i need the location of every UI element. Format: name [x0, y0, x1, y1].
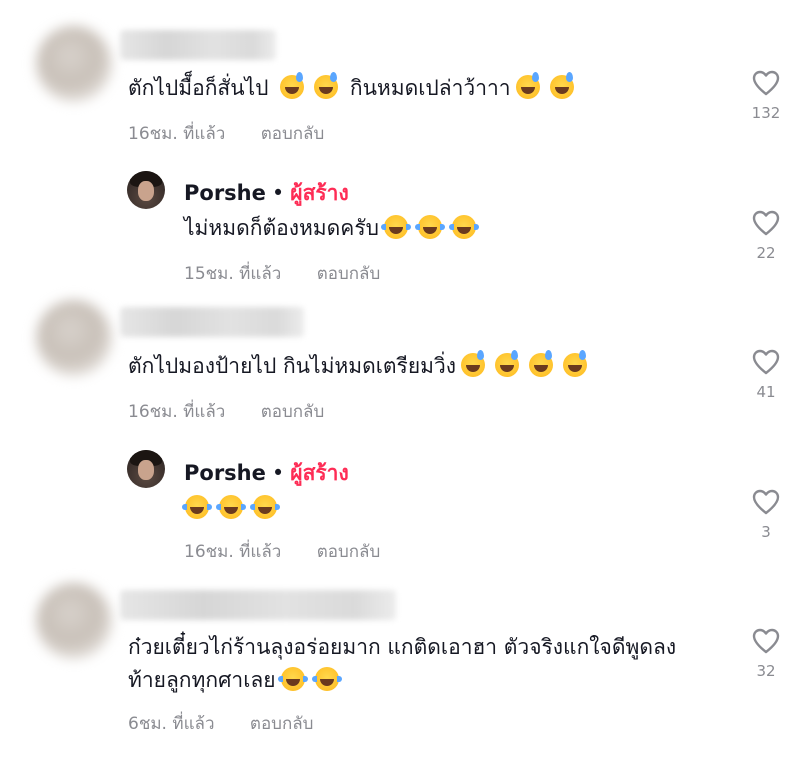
comment-text	[180, 492, 282, 524]
sweat-smile-emoji-icon	[529, 350, 554, 377]
author-name[interactable]: Porshe	[184, 181, 266, 205]
avatar[interactable]	[36, 583, 112, 659]
like-button[interactable]: 32	[746, 628, 786, 680]
tears-of-joy-emoji-icon	[182, 495, 212, 519]
comment-text: ไม่หมดก็ต้องหมดครับ	[184, 212, 481, 244]
sweat-smile-emoji-icon	[495, 350, 520, 377]
heart-outline-icon	[752, 210, 780, 236]
sweat-smile-emoji-icon	[314, 72, 339, 99]
sweat-smile-emoji-icon	[280, 72, 305, 99]
tears-of-joy-emoji-icon	[277, 667, 308, 691]
tears-of-joy-emoji-icon	[448, 215, 479, 239]
comment-text-part: ตักไปมื็อก็สั่นไป	[128, 76, 269, 100]
comment-text-part: ก๋วยเตี๋ยวไก่ร้านลุงอร่อยมาก แกติดเอาฮา …	[128, 635, 677, 659]
sweat-smile-emoji-icon	[515, 72, 540, 99]
tears-of-joy-emoji-icon	[250, 495, 280, 519]
author-line: Porshe • ผู้สร้าง	[184, 177, 349, 210]
like-button[interactable]: 132	[746, 70, 786, 122]
comment-text-part: ไม่หมดก็ต้องหมดครับ	[184, 216, 379, 240]
author-name[interactable]: Porshe	[184, 461, 266, 485]
avatar[interactable]	[127, 171, 165, 209]
like-count: 3	[761, 523, 771, 541]
comment-text: ตักไปมื็อก็สั่นไป กินหมดเปล่าว้าาา	[128, 72, 579, 104]
sweat-smile-emoji-icon	[461, 350, 486, 377]
sweat-smile-emoji-icon	[549, 72, 574, 99]
timestamp: 16ชม. ที่แล้ว	[184, 542, 282, 562]
heart-outline-icon	[752, 489, 780, 515]
reply-button[interactable]: ตอบกลับ	[317, 264, 381, 284]
heart-outline-icon	[752, 70, 780, 96]
comment-text-part: ตักไปมองป้ายไป กินไม่หมดเตรียมวิ่ง	[128, 354, 457, 378]
heart-outline-icon	[752, 628, 780, 654]
comment-meta: 16ชม. ที่แล้ว ตอบกลับ	[128, 120, 324, 147]
comment-text: ตักไปมองป้ายไป กินไม่หมดเตรียมวิ่ง	[128, 350, 592, 382]
tears-of-joy-emoji-icon	[380, 215, 411, 239]
comment-meta: 16ชม. ที่แล้ว ตอบกลับ	[128, 398, 324, 425]
like-button[interactable]: 22	[746, 210, 786, 262]
timestamp: 16ชม. ที่แล้ว	[128, 124, 226, 144]
comment-text: ท้ายลูกทุกศาเลย	[128, 664, 344, 696]
comment-text-part: ท้ายลูกทุกศาเลย	[128, 668, 276, 692]
sweat-smile-emoji-icon	[563, 350, 588, 377]
tears-of-joy-emoji-icon	[311, 667, 342, 691]
like-count: 41	[756, 383, 776, 401]
comment-meta: 15ชม. ที่แล้ว ตอบกลับ	[184, 260, 380, 287]
comment-meta: 16ชม. ที่แล้ว ตอบกลับ	[184, 538, 380, 565]
tears-of-joy-emoji-icon	[414, 215, 445, 239]
tears-of-joy-emoji-icon	[216, 495, 246, 519]
reply-button[interactable]: ตอบกลับ	[317, 542, 381, 562]
like-button[interactable]: 3	[746, 489, 786, 541]
reply-button[interactable]: ตอบกลับ	[261, 402, 325, 422]
timestamp: 15ชม. ที่แล้ว	[184, 264, 282, 284]
creator-badge: ผู้สร้าง	[290, 461, 349, 485]
reply-button[interactable]: ตอบกลับ	[261, 124, 325, 144]
username-blurred[interactable]	[120, 307, 304, 337]
comment-text-part: กินหมดเปล่าว้าาา	[349, 76, 511, 100]
username-blurred[interactable]	[120, 590, 396, 620]
like-count: 32	[756, 662, 776, 680]
avatar[interactable]	[36, 300, 112, 376]
reply-button[interactable]: ตอบกลับ	[250, 714, 314, 734]
separator-dot: •	[271, 181, 285, 205]
timestamp: 6ชม. ที่แล้ว	[128, 714, 215, 734]
comment-meta: 6ชม. ที่แล้ว ตอบกลับ	[128, 710, 313, 737]
like-count: 132	[751, 104, 781, 122]
like-count: 22	[756, 244, 776, 262]
separator-dot: •	[271, 461, 285, 485]
avatar[interactable]	[127, 450, 165, 488]
comment-text: ก๋วยเตี๋ยวไก่ร้านลุงอร่อยมาก แกติดเอาฮา …	[128, 631, 676, 663]
creator-badge: ผู้สร้าง	[290, 181, 349, 205]
timestamp: 16ชม. ที่แล้ว	[128, 402, 226, 422]
like-button[interactable]: 41	[746, 349, 786, 401]
avatar[interactable]	[36, 26, 112, 102]
author-line: Porshe • ผู้สร้าง	[184, 457, 349, 490]
username-blurred[interactable]	[120, 30, 276, 60]
heart-outline-icon	[752, 349, 780, 375]
